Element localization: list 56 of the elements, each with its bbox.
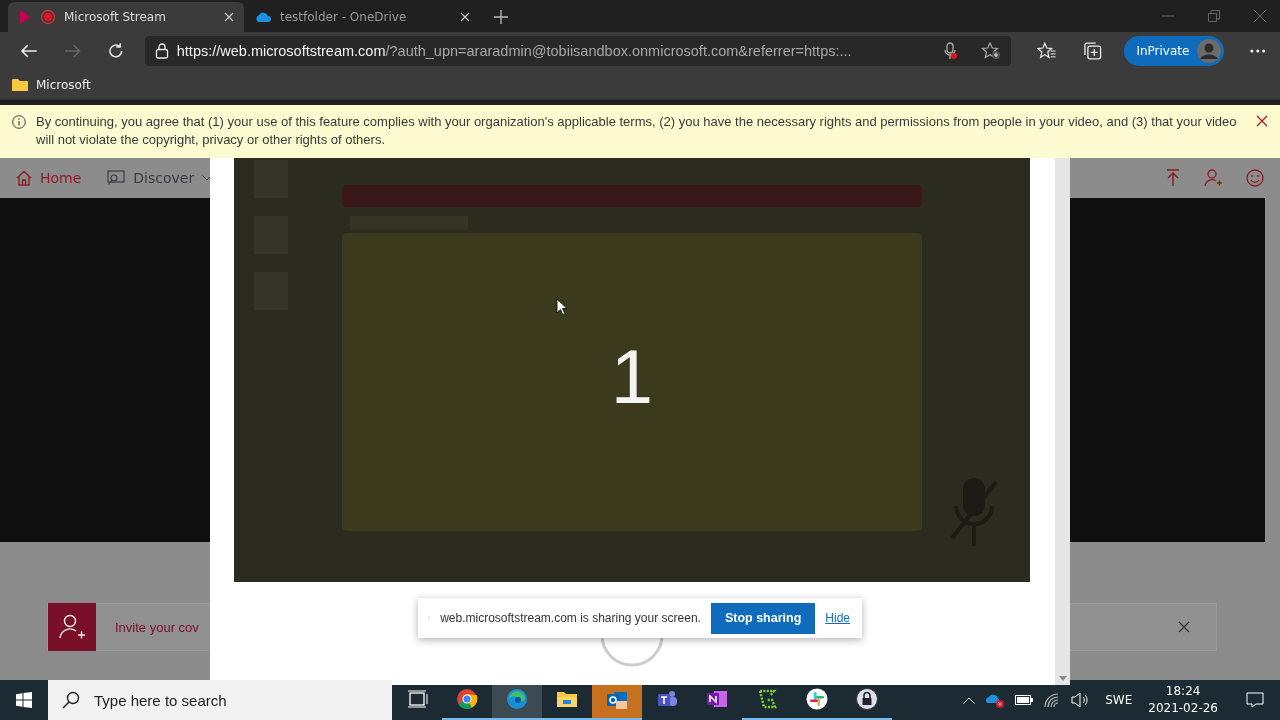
notice-text: By continuing, you agree that (1) your use of this feature complies with your organization's applicable terms, (2) you have the necessary rights and permissions from people in your video, and (3) that your video will not violate the copyright, privacy or other rights of others. <box>36 113 1238 149</box>
chevron-up-icon[interactable] <box>963 696 976 704</box>
windows-logo-icon <box>16 692 32 708</box>
clock-date[interactable]: 2021-02-26 <box>1148 700 1218 717</box>
invite-text: Invite your cov <box>115 619 199 635</box>
star-add-icon[interactable] <box>981 42 1002 60</box>
hide-link[interactable]: Hide <box>825 611 850 625</box>
inprivate-button[interactable]: InPrivate <box>1124 36 1225 66</box>
close-icon[interactable] <box>1256 115 1268 127</box>
language-indicator[interactable]: SWE <box>1105 693 1133 707</box>
recording-icon <box>40 9 56 25</box>
speaker-icon[interactable] <box>1071 692 1090 708</box>
more-icon[interactable] <box>1250 49 1266 53</box>
favorites-icon[interactable] <box>1037 42 1057 60</box>
forward-icon <box>63 43 82 59</box>
collections-icon[interactable] <box>1082 41 1103 61</box>
avatar-icon <box>1197 39 1222 63</box>
scrollbar[interactable] <box>1055 158 1070 685</box>
task-view-icon[interactable] <box>406 688 428 710</box>
sharing-message: web.microsoftstream.com is sharing your screen. <box>440 611 701 625</box>
home-icon <box>16 170 32 186</box>
notification-icon[interactable] <box>1246 692 1264 708</box>
person-add-icon <box>59 614 85 640</box>
restore-icon[interactable] <box>1208 10 1220 22</box>
microphone-icon[interactable] <box>943 42 958 60</box>
clock-time[interactable]: 18:24 <box>1165 683 1201 700</box>
cloud-error-icon[interactable] <box>985 692 1006 708</box>
notebook-icon[interactable] <box>706 688 728 710</box>
folder-icon <box>12 77 28 92</box>
browser-tab[interactable]: Microsoft Stream <box>8 2 244 32</box>
hash-app-icon[interactable] <box>806 688 828 710</box>
smiley-icon[interactable] <box>1246 169 1264 187</box>
cloud-icon <box>254 11 272 23</box>
upload-icon[interactable] <box>1166 169 1180 187</box>
lock-icon <box>154 43 169 59</box>
chrome-icon[interactable] <box>456 688 478 710</box>
search-field[interactable]: Type here to search <box>48 680 392 720</box>
dotted-angle-icon[interactable] <box>756 688 778 710</box>
back-icon[interactable] <box>20 43 38 59</box>
browser-swirl-icon[interactable] <box>506 688 528 710</box>
person-add-icon[interactable] <box>1204 169 1222 187</box>
refresh-icon[interactable] <box>107 42 125 60</box>
stream-logo-icon <box>18 9 32 25</box>
screen-search-icon <box>107 170 126 186</box>
cursor-icon <box>556 298 568 316</box>
browser-tab[interactable]: testfolder - OneDrive <box>244 2 480 32</box>
address-field[interactable]: https://web.microsoftstream.com/?auth_upn=araradmin@tobiisandbox.onmicrosoft.com&referrer=https:... <box>144 36 1012 66</box>
stop-sharing-button[interactable]: Stop sharing <box>710 602 816 634</box>
countdown-number: 1 <box>610 332 654 420</box>
search-icon <box>62 691 80 709</box>
new-tab-icon[interactable] <box>494 10 508 24</box>
padlock-app-icon[interactable] <box>856 688 878 710</box>
info-icon <box>12 115 26 129</box>
battery-icon[interactable] <box>1015 695 1034 705</box>
favorites-folder[interactable]: Microsoft <box>12 77 91 92</box>
url-text: https://web.microsoftstream.com/?auth_upn=araradmin@tobiisandbox.onmicrosoft.com&referrer=https:... <box>176 43 853 59</box>
